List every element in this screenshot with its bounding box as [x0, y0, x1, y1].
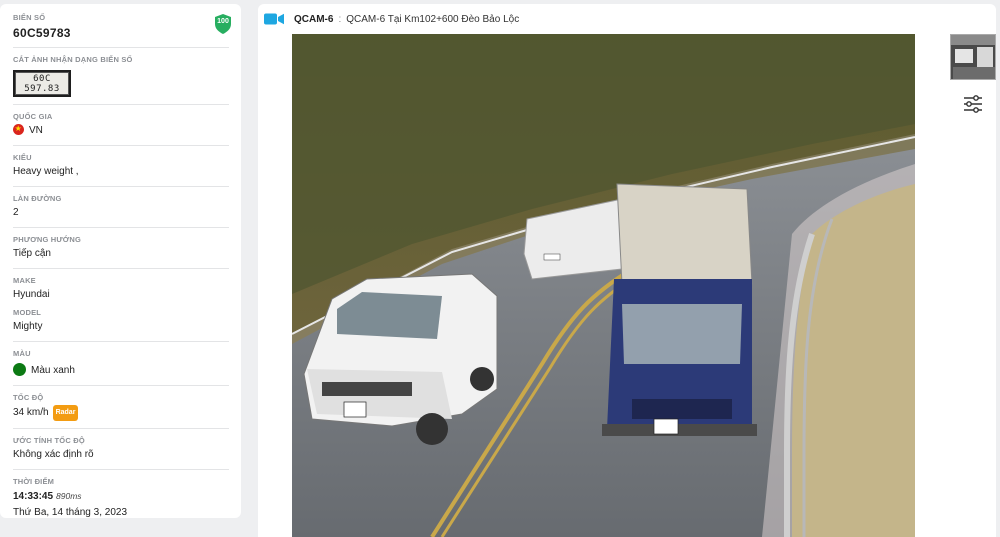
- camera-location: QCAM-6 Tại Km102+600 Đèo Bảo Lộc: [346, 13, 520, 25]
- lane-label: LÀN ĐƯỜNG: [13, 194, 62, 203]
- vietnam-flag-icon: [13, 123, 24, 135]
- plate-crop-image[interactable]: 60C 597.83: [13, 70, 71, 97]
- plate-crop-text: 60C 597.83: [15, 72, 69, 95]
- time-field: THỜI ĐIỂM 14:33:45 890ms Thứ Ba, 14 tháng…: [13, 477, 229, 527]
- sliders-icon[interactable]: [961, 92, 985, 116]
- make-value: Hyundai: [13, 289, 50, 300]
- confidence-shield-icon: 100: [214, 14, 232, 34]
- color-label: MÀU: [13, 349, 31, 358]
- camera-snapshot-image[interactable]: [292, 34, 915, 537]
- camera-header: QCAM-6 : QCAM-6 Tại Km102+600 Đèo Bảo Lộ…: [264, 12, 519, 26]
- plate-crop-line2: 597.83: [24, 84, 60, 94]
- time-clock: 14:33:45: [13, 491, 54, 502]
- video-camera-icon: [264, 13, 284, 25]
- make-model-field: MAKE Hyundai MODEL Mighty: [13, 276, 229, 342]
- country-value: VN: [29, 125, 43, 136]
- plate-crop-line1: 60C: [33, 74, 51, 84]
- speed-field: TỐC ĐỘ 34 km/h Radar: [13, 393, 229, 429]
- est-speed-label: ƯỚC TÍNH TỐC ĐỘ: [13, 436, 85, 445]
- vehicle-info-panel: BIỂN SỐ 60C59783 100 CẮT ẢNH NHẬN DẠNG B…: [0, 4, 241, 518]
- color-field: MÀU Màu xanh: [13, 349, 229, 386]
- model-label: MODEL: [13, 308, 42, 317]
- camera-separator: :: [338, 13, 342, 25]
- direction-value: Tiếp cận: [13, 248, 51, 259]
- plate-crop-label: CẮT ẢNH NHẬN DẠNG BIỂN SỐ: [13, 55, 133, 64]
- plate-label: BIỂN SỐ: [13, 13, 46, 22]
- color-value: Màu xanh: [31, 365, 75, 376]
- plate-value: 60C59783: [13, 26, 71, 40]
- est-speed-field: ƯỚC TÍNH TỐC ĐỘ Không xác định rõ: [13, 436, 229, 470]
- type-value: Heavy weight ,: [13, 166, 79, 177]
- color-swatch-icon: [13, 363, 26, 376]
- lane-value: 2: [13, 207, 19, 218]
- camera-id: QCAM-6: [294, 13, 334, 25]
- plate-crop-field: CẮT ẢNH NHẬN DẠNG BIỂN SỐ 60C 597.83: [13, 55, 229, 105]
- type-field: KIỂU Heavy weight ,: [13, 153, 229, 187]
- direction-label: PHƯƠNG HƯỚNG: [13, 235, 82, 244]
- lane-field: LÀN ĐƯỜNG 2: [13, 194, 229, 228]
- time-ms: 890ms: [56, 491, 82, 501]
- speed-label: TỐC ĐỘ: [13, 393, 44, 402]
- radar-badge: Radar: [52, 405, 79, 421]
- direction-field: PHƯƠNG HƯỚNG Tiếp cận: [13, 235, 229, 269]
- type-label: KIỂU: [13, 153, 32, 162]
- est-speed-value: Không xác định rõ: [13, 449, 94, 460]
- speed-value: 34 km/h: [13, 407, 49, 418]
- thumbnail-image[interactable]: [950, 34, 996, 80]
- country-field: QUỐC GIA VN: [13, 112, 229, 146]
- country-label: QUỐC GIA: [13, 112, 53, 121]
- model-value: Mighty: [13, 321, 43, 332]
- make-label: MAKE: [13, 276, 36, 285]
- time-date: Thứ Ba, 14 tháng 3, 2023: [13, 507, 127, 518]
- time-label: THỜI ĐIỂM: [13, 477, 55, 486]
- camera-panel: QCAM-6 : QCAM-6 Tại Km102+600 Đèo Bảo Lộ…: [258, 4, 996, 537]
- plate-field: BIỂN SỐ 60C59783 100: [13, 13, 232, 48]
- confidence-score: 100: [217, 18, 229, 25]
